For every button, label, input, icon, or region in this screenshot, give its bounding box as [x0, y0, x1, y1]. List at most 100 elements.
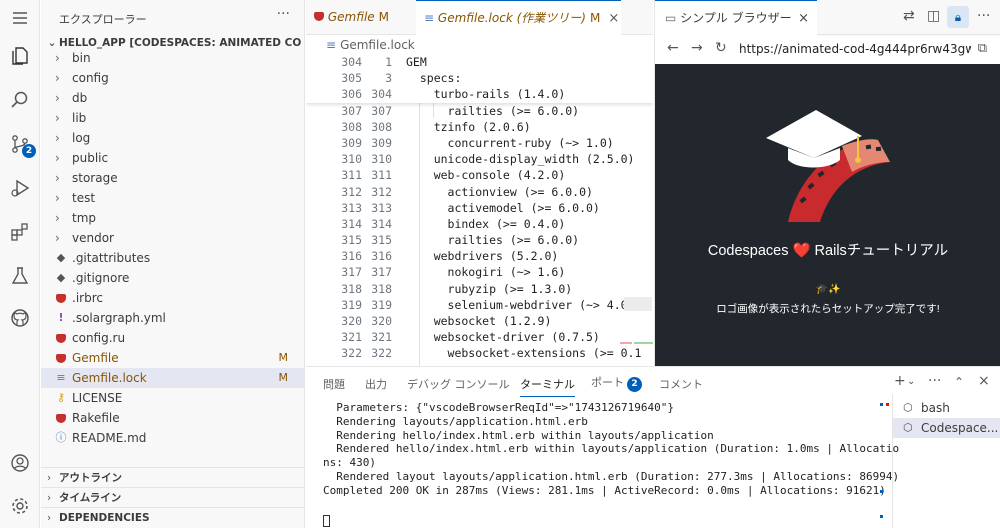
tree-item-gemfile-lock[interactable]: ≡ Gemfile.lock M [41, 368, 304, 388]
tree-item-bin[interactable]: › bin [41, 48, 304, 68]
lines-file-icon: ≡ [424, 11, 435, 25]
diff-overview-marks [620, 342, 653, 345]
chevron-right-icon: › [55, 171, 60, 185]
tab-gemfile[interactable]: Gemfile M [306, 0, 416, 35]
explorer-icon[interactable] [6, 42, 34, 70]
page-heading: Codespaces ❤️ Railsチュートリアル [707, 243, 949, 259]
tab-simple-browser[interactable]: ▭ シンプル ブラウザー × [655, 0, 817, 36]
search-icon[interactable] [6, 86, 34, 114]
tab-gemfile-lock[interactable]: ≡ Gemfile.lock (作業ツリー) M × [416, 0, 621, 36]
scroll-marker [880, 403, 883, 406]
browser-tab-bar: ▭ シンプル ブラウザー × ⇄ ◫ 🔒︎ ··· [655, 0, 1000, 36]
scroll-marker [880, 515, 883, 518]
code-line: 312 312 actionview (>= 6.0.0) [341, 184, 593, 199]
tab-problems[interactable]: 問題 [323, 376, 345, 392]
tree-item-readme[interactable]: ⓘ README.md [41, 428, 304, 448]
terminal-output[interactable]: Parameters: {"vscodeBrowserReqId"=>"1743… [323, 401, 899, 498]
lock-icon[interactable]: 🔒︎ [947, 6, 969, 28]
chevron-right-icon: › [55, 131, 60, 145]
code-line: 315 315 railties (>= 6.0.0) [341, 233, 580, 248]
testing-icon[interactable] [6, 262, 34, 290]
license-key-icon: ⚷ [56, 391, 66, 404]
scroll-marker [886, 403, 889, 406]
tree-item-tmp[interactable]: › tmp [41, 208, 304, 228]
browser-viewport: Codespaces ❤️ Railsチュートリアル 🎓✨ ロゴ画像が表示された… [655, 64, 1000, 366]
breadcrumb[interactable]: ≡ Gemfile.lock [306, 36, 653, 54]
terminal-item-codespace[interactable]: ⬡ Codespace... [893, 418, 1000, 438]
tree-item-test[interactable]: › test [41, 188, 304, 208]
section-dependencies[interactable]: › DEPENDENCIES [41, 507, 305, 527]
forward-arrow-icon[interactable]: → [691, 40, 703, 56]
ruby-file-icon [55, 348, 67, 370]
diff-editor[interactable]: 304 1 GEM 305 3 specs: 306 304 turbo-rails (… [306, 54, 653, 366]
modified-badge: M [278, 351, 289, 364]
extensions-icon[interactable] [6, 218, 34, 246]
open-external-icon[interactable]: ⧉ [978, 41, 987, 56]
github-icon[interactable] [6, 304, 34, 332]
code-line: 311 311 web-console (4.2.0) [341, 168, 566, 183]
ruby-file-icon [55, 288, 67, 310]
tree-item-irbrc[interactable]: .irbrc [41, 288, 304, 308]
new-terminal-icon[interactable]: + [894, 373, 906, 389]
tree-item-config-ru[interactable]: config.ru [41, 328, 304, 348]
tree-item-storage[interactable]: › storage [41, 168, 304, 188]
close-icon[interactable]: × [608, 11, 619, 26]
more-actions-icon[interactable]: ··· [977, 8, 990, 24]
code-line: 314 314 bindex (>= 0.4.0) [341, 216, 566, 231]
section-outline[interactable]: › アウトライン [41, 467, 305, 487]
close-icon[interactable]: × [798, 1, 809, 36]
tree-item-gemfile[interactable]: Gemfile M [41, 348, 304, 368]
modified-badge: M [278, 371, 289, 384]
reload-icon[interactable]: ↻ [715, 40, 727, 56]
chevron-right-icon: › [55, 111, 60, 125]
code-line: 320 320 websocket (1.2.9) [341, 314, 552, 328]
tab-output[interactable]: 出力 [365, 376, 387, 392]
terminal-cursor [323, 515, 330, 527]
yaml-file-icon: ! [58, 311, 64, 324]
scrollbar-slider[interactable] [624, 297, 652, 311]
tree-item-log[interactable]: › log [41, 128, 304, 148]
terminal-item-bash[interactable]: ⬡ bash [893, 398, 1000, 418]
section-timeline[interactable]: › タイムライン [41, 487, 305, 507]
chevron-down-icon[interactable]: ⌄ [907, 376, 915, 387]
url-input[interactable]: https://animated-cod-4g444pr6rw43gw [739, 42, 971, 56]
tree-item-vendor[interactable]: › vendor [41, 228, 304, 248]
compare-changes-icon[interactable]: ⇄ [903, 8, 915, 24]
tab-comments[interactable]: コメント [659, 376, 703, 392]
code-line: 322 322 websocket-extensions (>= 0.1 [341, 346, 642, 361]
file-tree: › bin › config › db › lib › log › public › stor… [41, 48, 304, 448]
tree-item-lib[interactable]: › lib [41, 108, 304, 128]
tree-item-solargraph[interactable]: ! .solargraph.yml [41, 308, 304, 328]
tab-debug-console[interactable]: デバッグ コンソール [407, 376, 510, 392]
split-editor-icon[interactable]: ◫ [927, 8, 940, 24]
tab-terminal[interactable]: ターミナル [520, 376, 575, 397]
code-line: 318 318 rubyzip (>= 1.3.0) [341, 281, 573, 296]
chevron-right-icon: › [47, 512, 52, 524]
code-line: 317 317 nokogiri (~> 1.6) [341, 265, 566, 280]
tree-item-gitignore[interactable]: ◆ .gitignore [41, 268, 304, 288]
ruby-file-icon [55, 328, 67, 350]
tree-item-db[interactable]: › db [41, 88, 304, 108]
tree-item-gitattributes[interactable]: ◆ .gitattributes [41, 248, 304, 268]
tree-item-config[interactable]: › config [41, 68, 304, 88]
code-line: 316 316 webdrivers (5.2.0) [341, 249, 559, 264]
tree-item-public[interactable]: › public [41, 148, 304, 168]
tree-item-rakefile[interactable]: Rakefile [41, 408, 304, 428]
maximize-panel-icon[interactable]: ⌃ [954, 375, 964, 389]
account-icon[interactable] [6, 449, 34, 477]
run-debug-icon[interactable] [6, 174, 34, 202]
close-icon[interactable]: × [978, 373, 990, 389]
ports-badge: 2 [627, 377, 642, 392]
ruby-file-icon [314, 0, 324, 35]
back-arrow-icon[interactable]: ← [667, 40, 679, 56]
explorer-more-icon[interactable]: ··· [277, 6, 290, 22]
tab-ports[interactable]: ポート 2 [591, 374, 642, 392]
source-control-icon[interactable]: 2 [6, 130, 36, 158]
editor-tab-bar: Gemfile M ≡ Gemfile.lock (作業ツリー) M × [306, 0, 653, 36]
menu-icon[interactable] [6, 4, 34, 32]
settings-gear-icon[interactable] [6, 492, 34, 520]
ruby-file-icon [55, 408, 67, 430]
more-actions-icon[interactable]: ··· [928, 373, 941, 389]
git-file-icon: ◆ [56, 271, 66, 284]
tree-item-license[interactable]: ⚷ LICENSE [41, 388, 304, 408]
